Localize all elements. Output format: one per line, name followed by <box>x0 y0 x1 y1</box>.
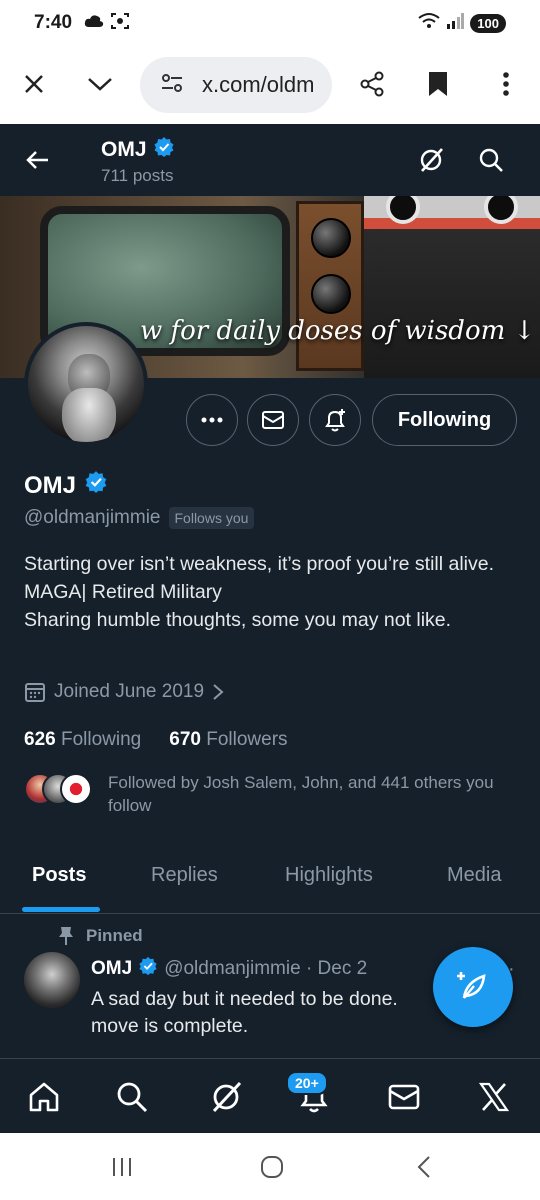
posts-count: 711 posts <box>101 166 174 185</box>
following-button[interactable]: Following <box>372 394 517 446</box>
followed-by-text: Followed by Josh Salem, John, and 441 ot… <box>108 773 494 815</box>
tab-posts[interactable]: Posts <box>32 864 86 887</box>
profile-tabs: Posts Replies Highlights Media <box>0 848 540 914</box>
follows-you-badge: Follows you <box>168 507 255 529</box>
bio-line: MAGA| Retired Military <box>24 581 222 603</box>
grok-icon[interactable] <box>206 1077 246 1117</box>
back-button-icon[interactable] <box>404 1153 444 1181</box>
wifi-icon <box>418 12 440 35</box>
active-tab-indicator <box>22 907 100 912</box>
recent-apps-icon[interactable] <box>102 1153 142 1181</box>
bell-plus-icon <box>325 409 345 432</box>
messages-icon[interactable] <box>384 1077 424 1117</box>
notify-button[interactable] <box>309 394 361 446</box>
mail-icon <box>262 411 284 429</box>
search-icon[interactable] <box>112 1077 152 1117</box>
signal-icon <box>446 13 465 34</box>
share-icon[interactable] <box>350 62 394 106</box>
bio-line: Starting over isn’t weakness, it’s proof… <box>24 553 495 575</box>
tweet-text[interactable]: A sad day but it needed to be done. move… <box>91 986 436 1040</box>
tab-media[interactable]: Media <box>447 864 501 887</box>
follower-avatar <box>60 773 92 805</box>
verified-badge-icon <box>138 956 158 982</box>
following-count: 626 <box>24 729 56 750</box>
calendar-icon <box>25 683 45 702</box>
url-text: x.com/oldm <box>202 72 315 97</box>
more-options-button[interactable] <box>186 394 238 446</box>
compose-post-button[interactable] <box>433 947 513 1027</box>
profile-avatar[interactable] <box>24 322 148 446</box>
status-bar: 7:40 100 <box>0 0 540 46</box>
notification-badge: 20+ <box>286 1071 328 1095</box>
banner-caption: w for daily doses of wisdom ↓ <box>140 316 536 346</box>
feather-plus-icon <box>457 972 486 999</box>
site-settings-icon[interactable] <box>160 73 184 98</box>
profile-header: OMJ 711 posts <box>0 124 540 196</box>
grok-icon[interactable] <box>413 142 449 178</box>
banner-cassette-image <box>364 196 540 378</box>
search-icon[interactable] <box>473 142 509 178</box>
chevron-down-icon[interactable] <box>78 62 122 106</box>
system-nav-bar <box>0 1133 540 1200</box>
joined-date[interactable]: Joined June 2019 <box>24 681 224 703</box>
verified-badge-icon[interactable] <box>84 470 108 501</box>
chevron-right-icon <box>213 684 224 700</box>
cloud-icon <box>84 14 104 33</box>
x-logo-icon[interactable] <box>474 1077 514 1117</box>
pinned-label: Pinned <box>86 926 143 945</box>
bio-line: Sharing humble thoughts, some you may no… <box>24 609 452 631</box>
more-vertical-icon[interactable] <box>484 62 528 106</box>
battery-indicator: 100 <box>470 14 506 33</box>
bottom-nav: 20+ <box>0 1058 540 1133</box>
profile-handle: @oldmanjimmie <box>24 507 161 528</box>
header-title: OMJ <box>101 138 147 161</box>
following-count-link[interactable]: 626 Following <box>24 729 141 751</box>
more-horizontal-icon <box>201 417 223 423</box>
close-icon[interactable] <box>12 62 56 106</box>
profile-bio: Starting over isn’t weakness, it’s proof… <box>24 550 524 634</box>
tweet-handle-date: @oldmanjimmie · Dec 2 <box>164 958 368 979</box>
followers-count: 670 <box>169 729 201 750</box>
status-time: 7:40 <box>34 12 73 33</box>
home-icon[interactable] <box>24 1077 64 1117</box>
home-button-icon[interactable] <box>252 1153 292 1181</box>
message-button[interactable] <box>247 394 299 446</box>
bookmark-icon[interactable] <box>416 62 460 106</box>
tweet-avatar[interactable] <box>24 952 80 1008</box>
url-bar[interactable]: x.com/oldm <box>140 57 332 113</box>
screenshot-icon <box>110 12 130 35</box>
following-label: Following <box>60 729 142 750</box>
browser-toolbar: x.com/oldm <box>0 46 540 124</box>
back-arrow-icon[interactable] <box>18 144 58 176</box>
pin-icon <box>59 927 73 945</box>
joined-text: Joined June 2019 <box>54 681 205 702</box>
tweet-author-name[interactable]: OMJ <box>91 958 132 980</box>
tab-highlights[interactable]: Highlights <box>285 864 373 887</box>
followers-label: Followers <box>206 729 288 750</box>
verified-badge-icon <box>153 136 175 164</box>
followers-count-link[interactable]: 670 Followers <box>169 729 287 751</box>
tab-replies[interactable]: Replies <box>151 864 218 887</box>
profile-name: OMJ <box>24 471 77 499</box>
